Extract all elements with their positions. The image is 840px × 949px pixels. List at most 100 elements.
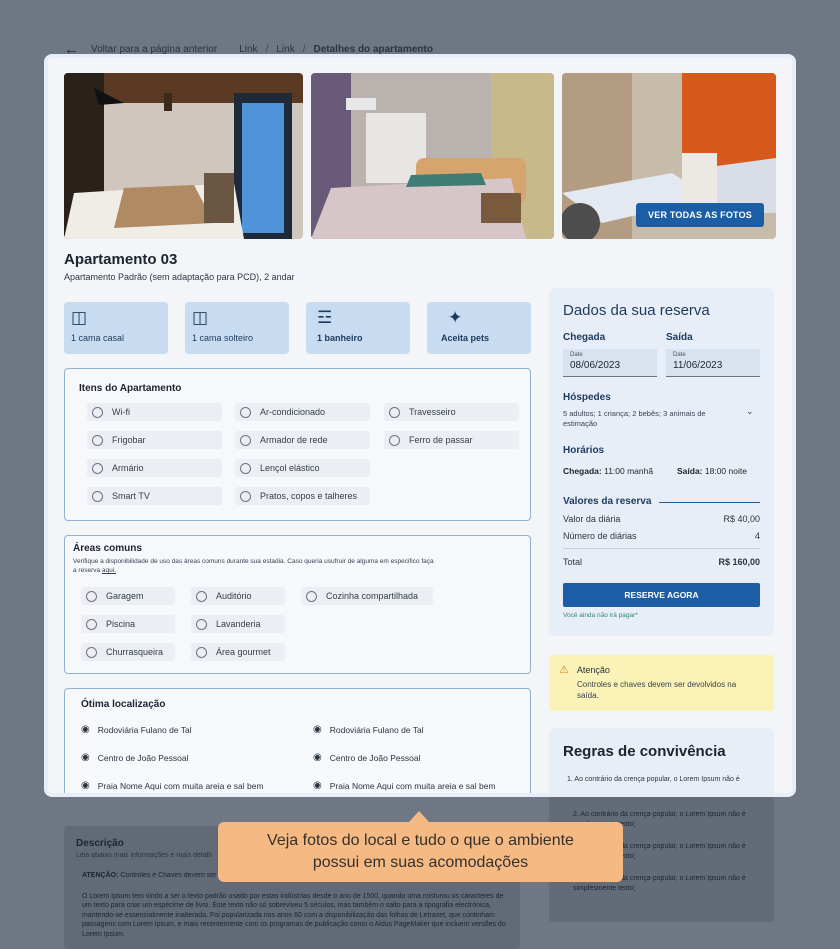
radio-icon[interactable] bbox=[240, 406, 251, 418]
nights-row: Número de diárias 4 bbox=[563, 531, 760, 541]
daily-rate-row: Valor da diária R$ 40,00 bbox=[563, 514, 760, 524]
radio-icon[interactable] bbox=[240, 490, 251, 502]
amenity-item[interactable]: Frigobar bbox=[87, 431, 222, 449]
common-area-item[interactable]: Piscina bbox=[81, 615, 175, 633]
reservation-panel: Dados da sua reserva Chegada Saída Date … bbox=[549, 288, 774, 636]
common-area-item[interactable]: Cozinha compartilhada bbox=[301, 587, 433, 605]
amenity-item[interactable]: Pratos, copos e talheres bbox=[235, 487, 370, 505]
amenity-item[interactable]: Armador de rede bbox=[235, 431, 370, 449]
amenity-item[interactable]: Lençol elástico bbox=[235, 459, 370, 477]
rules-panel: Regras de convivência 1. Ao contrário da… bbox=[549, 728, 774, 793]
breadcrumb-link-2[interactable]: Link bbox=[276, 44, 294, 55]
amenity-item[interactable]: Wi-fi bbox=[87, 403, 222, 421]
reserve-here-link[interactable]: aqui. bbox=[102, 567, 116, 574]
checkin-date-field[interactable]: Date 08/06/2023 bbox=[563, 349, 657, 377]
values-label: Valores da reserva bbox=[563, 496, 652, 507]
amenities-section: Itens do Apartamento Wi-fi Ar-condiciona… bbox=[64, 368, 531, 521]
photo-2[interactable] bbox=[311, 73, 554, 239]
feature-label: 1 banheiro bbox=[317, 333, 363, 343]
description-subtitle: Leia abaixo mais informações e mais deta… bbox=[76, 852, 213, 859]
radio-icon[interactable] bbox=[86, 618, 97, 630]
amenity-item[interactable]: Ferro de passar bbox=[384, 431, 519, 449]
radio-icon[interactable] bbox=[240, 462, 251, 474]
attention-notice: ⚠ Atenção Controles e chaves devem ser d… bbox=[549, 655, 774, 711]
common-area-item[interactable]: Churrasqueira bbox=[81, 643, 175, 661]
radio-icon[interactable] bbox=[389, 406, 400, 418]
feature-label: 1 cama casal bbox=[71, 333, 125, 343]
location-item: ◉ Centro de João Pessoal bbox=[81, 752, 189, 763]
breadcrumb-separator: / bbox=[265, 43, 269, 55]
feature-card-pets: ✦ Aceita pets bbox=[427, 302, 531, 354]
feature-card-single-bed: ◫ 1 cama solteiro bbox=[185, 302, 289, 354]
radio-icon[interactable] bbox=[92, 434, 103, 446]
rule-item: 1. Ao contrário da crença popular, o Lor… bbox=[567, 776, 740, 783]
chevron-down-icon[interactable]: ⌄ bbox=[746, 406, 754, 417]
radio-icon[interactable] bbox=[196, 618, 207, 630]
apartment-subtitle: Apartamento Padrão (sem adaptação para P… bbox=[64, 272, 295, 282]
radio-icon[interactable] bbox=[92, 462, 103, 474]
common-areas-description: Verifique a disponibilidade de uso das á… bbox=[73, 558, 434, 575]
common-area-item[interactable]: Garagem bbox=[81, 587, 175, 605]
payment-note: Você ainda não irá pagar* bbox=[563, 612, 638, 619]
feature-card-double-bed: ◫ 1 cama casal bbox=[64, 302, 168, 354]
apartment-title: Apartamento 03 bbox=[64, 251, 178, 268]
map-pin-icon: ◉ bbox=[81, 752, 90, 763]
photo-1[interactable] bbox=[64, 73, 303, 239]
bedroom-photo bbox=[64, 73, 303, 239]
breadcrumb-separator: / bbox=[302, 43, 306, 55]
hours-label: Horários bbox=[563, 445, 605, 456]
single-bed-icon: ◫ bbox=[192, 308, 209, 327]
location-section: Ótima localização ◉ Rodoviária Fulano de … bbox=[64, 688, 531, 793]
reserve-now-button[interactable]: RESERVE AGORA bbox=[563, 583, 760, 607]
checkin-time: Chegada: 11:00 manhã bbox=[563, 466, 654, 476]
page-content: VER TODAS AS FOTOS Apartamento 03 Aparta… bbox=[48, 58, 792, 793]
highlight-frame: VER TODAS AS FOTOS Apartamento 03 Aparta… bbox=[44, 54, 796, 797]
radio-icon[interactable] bbox=[196, 590, 207, 602]
location-item: ◉ Praia Nome Aqui com muita areia e sal b… bbox=[313, 780, 496, 791]
common-area-item[interactable]: Auditório bbox=[191, 587, 285, 605]
map-pin-icon: ◉ bbox=[81, 780, 90, 791]
attention-header: ⚠ Atenção bbox=[559, 664, 610, 676]
radio-icon[interactable] bbox=[389, 434, 400, 446]
radio-icon[interactable] bbox=[86, 590, 97, 602]
location-item: ◉ Rodoviária Fulano de Tal bbox=[81, 724, 192, 735]
breadcrumb-link-1[interactable]: Link bbox=[239, 44, 257, 55]
radio-icon[interactable] bbox=[306, 590, 317, 602]
tooltip-text: Veja fotos do local e tudo o que o ambie… bbox=[267, 832, 574, 871]
amenity-item[interactable]: Ar-condicionado bbox=[235, 403, 370, 421]
total-row: Total R$ 160,00 bbox=[563, 557, 760, 567]
values-divider bbox=[659, 502, 760, 503]
bedroom-photo bbox=[311, 73, 554, 239]
map-pin-icon: ◉ bbox=[313, 752, 322, 763]
description-title: Descrição bbox=[76, 838, 124, 849]
feature-label: Aceita pets bbox=[441, 333, 490, 343]
checkout-date-field[interactable]: Date 11/06/2023 bbox=[666, 349, 760, 377]
map-pin-icon: ◉ bbox=[81, 724, 90, 735]
description-attention: ATENÇÃO: Controles e Chaves devem ser d bbox=[82, 872, 223, 879]
common-area-item[interactable]: Lavanderia bbox=[191, 615, 285, 633]
location-item: ◉ Centro de João Pessoal bbox=[313, 752, 421, 763]
common-areas-section: Áreas comuns Verifique a disponibilidade… bbox=[64, 535, 531, 674]
radio-icon[interactable] bbox=[92, 490, 103, 502]
back-link[interactable]: Voltar para a página anterior bbox=[91, 44, 217, 55]
feature-card-bathroom: ☲ 1 banheiro bbox=[306, 302, 410, 354]
view-all-photos-button[interactable]: VER TODAS AS FOTOS bbox=[636, 203, 764, 227]
location-item: ◉ Praia Nome Aqui com muita areia e sal b… bbox=[81, 780, 264, 791]
common-areas-title: Áreas comuns bbox=[73, 543, 142, 554]
description-body: O Lorem Ipsum tem vindo a ser o texto pa… bbox=[82, 893, 506, 938]
onboarding-tooltip: Veja fotos do local e tudo o que o ambie… bbox=[218, 811, 623, 882]
amenity-item[interactable]: Armário bbox=[87, 459, 222, 477]
guests-value[interactable]: 5 adultos; 1 criança; 2 bebês; 3 animais… bbox=[563, 409, 733, 429]
common-area-item[interactable]: Área gourmet bbox=[191, 643, 285, 661]
radio-icon[interactable] bbox=[240, 434, 251, 446]
radio-icon[interactable] bbox=[92, 406, 103, 418]
feature-label: 1 cama solteiro bbox=[192, 333, 254, 343]
map-pin-icon: ◉ bbox=[313, 724, 322, 735]
amenity-item[interactable]: Smart TV bbox=[87, 487, 222, 505]
radio-icon[interactable] bbox=[196, 646, 207, 658]
location-item: ◉ Rodoviária Fulano de Tal bbox=[313, 724, 424, 735]
radio-icon[interactable] bbox=[86, 646, 97, 658]
photo-3[interactable]: VER TODAS AS FOTOS bbox=[562, 73, 776, 239]
paw-icon: ✦ bbox=[448, 308, 463, 327]
amenity-item[interactable]: Travesseiro bbox=[384, 403, 519, 421]
